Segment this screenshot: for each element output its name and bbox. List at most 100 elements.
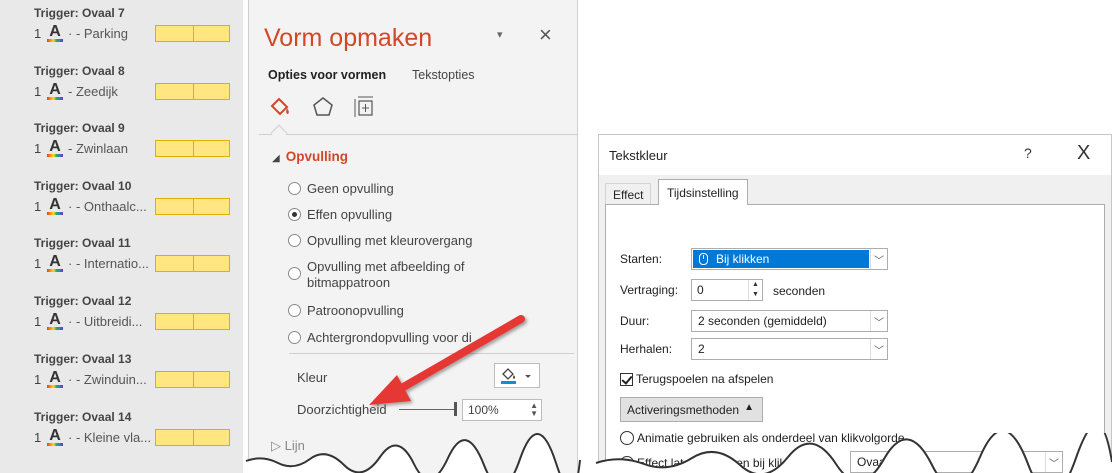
timing-bar[interactable] xyxy=(155,82,230,100)
radio-label: Effect laten beginnen bij klikken op: xyxy=(637,456,825,470)
animation-name: · - Internatio... xyxy=(68,255,149,271)
timing-bar[interactable] xyxy=(155,428,230,446)
radio-start-on-click-of[interactable]: Effect laten beginnen bij klikken op: xyxy=(620,456,825,470)
animation-number: 1 xyxy=(34,255,42,271)
animation-name: - Zwinlaan xyxy=(68,140,128,156)
radio-picture-fill[interactable]: Opvulling met afbeelding of bitmappatroo… xyxy=(288,259,465,291)
delay-input[interactable]: 0 ▲ ▼ xyxy=(691,279,763,301)
delay-label: Vertraging: xyxy=(620,283,679,297)
size-properties-icon[interactable] xyxy=(351,95,377,119)
timing-bar[interactable] xyxy=(155,370,230,388)
collapse-chevron-icon: ▲ xyxy=(744,402,754,413)
radio-circle[interactable] xyxy=(288,182,301,195)
tab-timing[interactable]: Tijdsinstelling xyxy=(658,179,748,205)
font-color-effect-icon: A xyxy=(46,254,64,272)
trigger-group-ovaal-7[interactable]: Trigger: Ovaal 7 1 A · - Parking xyxy=(34,6,230,42)
timing-bar[interactable] xyxy=(155,197,230,215)
trigger-group-ovaal-8[interactable]: Trigger: Ovaal 8 1 A - Zeedijk xyxy=(34,64,230,100)
font-color-effect-icon: A xyxy=(46,197,64,215)
radio-circle[interactable] xyxy=(288,331,301,344)
animation-item[interactable]: 1 A · - Onthaalc... xyxy=(34,197,230,215)
rewind-checkbox[interactable]: Terugspoelen na afspelen xyxy=(620,372,773,386)
mouse-icon xyxy=(699,253,708,265)
radio-circle-selected[interactable] xyxy=(288,208,301,221)
triggers-button[interactable]: Activeringsmethoden ▲ xyxy=(620,397,763,422)
chevron-down-icon[interactable]: ﹀ xyxy=(1045,452,1062,472)
timing-bar[interactable] xyxy=(155,24,230,42)
radio-circle[interactable] xyxy=(288,267,301,280)
tab-effect[interactable]: Effect xyxy=(605,183,652,206)
effects-pentagon-icon[interactable] xyxy=(310,95,336,119)
fill-section-header[interactable]: ◢ Opvulling xyxy=(272,149,348,164)
trigger-label: Trigger: Ovaal 8 xyxy=(34,64,125,78)
trigger-object-value: Ovaal 7 xyxy=(857,455,899,469)
repeat-select[interactable]: 2 ﹀ xyxy=(691,338,888,360)
font-color-effect-icon: A xyxy=(46,428,64,446)
font-color-effect-icon: A xyxy=(46,370,64,388)
animation-item[interactable]: 1 A - Zwinlaan xyxy=(34,139,230,157)
duration-select[interactable]: 2 seconden (gemiddeld) ﹀ xyxy=(691,310,888,332)
timing-bar[interactable] xyxy=(155,312,230,330)
trigger-object-select[interactable]: Ovaal 7 ﹀ xyxy=(850,451,1063,473)
pane-title: Vorm opmaken xyxy=(264,24,433,52)
animation-number: 1 xyxy=(34,313,42,329)
animation-item[interactable]: 1 A - Zeedijk xyxy=(34,82,230,100)
text-color-dialog: Tekstkleur ? X Effect Tijdsinstelling St… xyxy=(598,134,1112,473)
chevron-down-icon[interactable]: ﹀ xyxy=(870,311,887,331)
trigger-group-ovaal-13[interactable]: Trigger: Ovaal 13 1 A · - Zwinduin... xyxy=(34,352,230,388)
timing-bar[interactable] xyxy=(155,254,230,272)
radio-label: Opvulling met kleurovergang xyxy=(307,233,473,248)
start-select[interactable]: Bij klikken ﹀ xyxy=(691,248,888,270)
radio-circle[interactable] xyxy=(288,304,301,317)
trigger-group-ovaal-14[interactable]: Trigger: Ovaal 14 1 A · - Kleine vla... xyxy=(34,410,230,446)
chevron-down-icon[interactable]: ﹀ xyxy=(870,339,887,359)
collapse-triangle-icon: ◢ xyxy=(272,153,280,164)
radio-circle-selected[interactable] xyxy=(620,456,634,470)
chevron-down-icon[interactable]: ﹀ xyxy=(870,249,887,269)
duration-value: 2 seconden (gemiddeld) xyxy=(698,314,827,328)
trigger-label: Trigger: Ovaal 9 xyxy=(34,121,125,135)
dialog-body: Effect Tijdsinstelling Starten: Bij klik… xyxy=(599,175,1111,473)
tab-shape-options[interactable]: Opties voor vormen xyxy=(268,68,386,82)
radio-no-fill[interactable]: Geen opvulling xyxy=(288,181,394,197)
dialog-title: Tekstkleur xyxy=(609,148,668,163)
animation-item[interactable]: 1 A · - Internatio... xyxy=(34,254,230,272)
trigger-group-ovaal-9[interactable]: Trigger: Ovaal 9 1 A - Zwinlaan xyxy=(34,121,230,157)
animation-item[interactable]: 1 A · - Zwinduin... xyxy=(34,370,230,388)
trigger-label: Trigger: Ovaal 11 xyxy=(34,236,131,250)
tab-pointer xyxy=(270,124,288,142)
timing-bar[interactable] xyxy=(155,139,230,157)
radio-solid-fill[interactable]: Effen opvulling xyxy=(288,207,392,223)
animation-number: 1 xyxy=(34,25,42,41)
fill-line-icon[interactable] xyxy=(268,95,294,119)
animation-item[interactable]: 1 A · - Kleine vla... xyxy=(34,428,230,446)
font-color-effect-icon: A xyxy=(46,24,64,42)
radio-gradient-fill[interactable]: Opvulling met kleurovergang xyxy=(288,233,472,249)
tab-text-options[interactable]: Tekstopties xyxy=(412,68,475,82)
animation-name: - Zeedijk xyxy=(68,83,118,99)
expand-triangle-icon: ▷ xyxy=(271,438,285,453)
radio-label: Opvulling met afbeelding of bitmappatroo… xyxy=(307,259,465,291)
radio-label-line-1: Opvulling met afbeelding of xyxy=(307,259,465,274)
animation-item[interactable]: 1 A · - Parking xyxy=(34,24,230,42)
annotation-arrow xyxy=(369,315,525,405)
pane-options-dropdown[interactable]: ▾ xyxy=(497,28,503,41)
line-section-header[interactable]: ▷ Lijn xyxy=(271,438,305,454)
help-button[interactable]: ? xyxy=(1024,145,1032,161)
animation-name: · - Kleine vla... xyxy=(68,429,152,445)
radio-animate-as-sequence[interactable]: Animatie gebruiken als onderdeel van kli… xyxy=(620,431,905,445)
radio-circle[interactable] xyxy=(288,234,301,247)
checkbox-checked[interactable] xyxy=(620,372,633,386)
trigger-group-ovaal-11[interactable]: Trigger: Ovaal 11 1 A · - Internatio... xyxy=(34,236,230,272)
pane-close-button[interactable]: × xyxy=(539,22,552,48)
radio-circle[interactable] xyxy=(620,431,634,445)
trigger-group-ovaal-12[interactable]: Trigger: Ovaal 12 1 A · - Uitbreidi... xyxy=(34,294,230,330)
close-button[interactable]: X xyxy=(1077,142,1090,165)
trigger-group-ovaal-10[interactable]: Trigger: Ovaal 10 1 A · - Onthaalc... xyxy=(34,179,230,215)
delay-value: 0 xyxy=(697,283,704,297)
radio-label: Effen opvulling xyxy=(307,207,393,222)
animation-number: 1 xyxy=(34,198,42,214)
animation-item[interactable]: 1 A · - Uitbreidi... xyxy=(34,312,230,330)
delay-unit: seconden xyxy=(773,284,826,298)
spin-arrows-icon[interactable]: ▲ ▼ xyxy=(748,280,762,300)
